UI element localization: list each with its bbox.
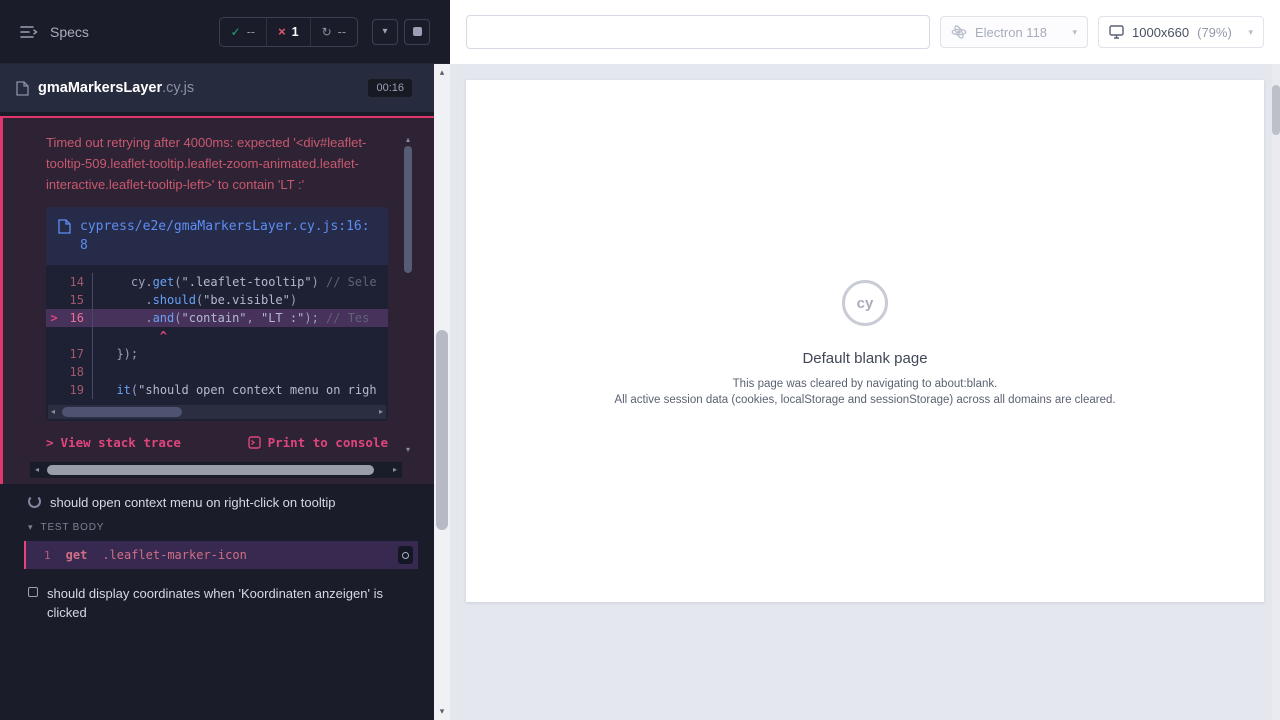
runner-panel: Electron 118 ▾ 1000x660 (79%) ▾ cy Defau… [450,0,1280,720]
monitor-icon [1109,25,1124,39]
x-icon: × [278,24,286,39]
console-icon [248,436,261,449]
view-stack-trace-link[interactable]: > View stack trace [46,435,181,450]
reporter-header: Specs ✓ -- × 1 ↻ -- ▾ [0,0,450,64]
test-body-label: TEST BODY [41,522,105,533]
error-vscrollbar[interactable]: ▴ ▾ [402,136,414,454]
chevron-down-icon: ▾ [382,26,387,37]
code-frame-file-link[interactable]: cypress/e2e/gmaMarkersLayer.cy.js:16:8 [80,217,376,255]
test-stats: ✓ -- × 1 ↻ -- [219,17,358,47]
spec-duration-badge: 00:16 [368,79,412,97]
reporter-scrollbar[interactable]: ▴ ▾ [434,64,450,720]
stat-pending: ↻ -- [310,18,357,46]
blank-page-line2: All active session data (cookies, localS… [614,394,1115,406]
reporter-panel: Specs ✓ -- × 1 ↻ -- ▾ [0,0,450,720]
print-to-console-link[interactable]: Print to console [248,435,388,450]
spec-file-icon [16,81,29,96]
blank-page-line1: This page was cleared by navigating to a… [733,378,998,390]
code-line: 14 cy.get(".leaflet-tooltip") // Sele [46,273,388,291]
chevron-down-icon: ▾ [1248,27,1253,38]
test-row-pending[interactable]: should display coordinates when 'Koordin… [0,575,434,629]
scroll-track[interactable] [42,465,390,475]
scroll-right-icon[interactable]: ▸ [376,408,386,416]
command-target: .leaflet-marker-icon [102,548,247,562]
scroll-thumb[interactable] [62,407,182,417]
pending-count: -- [338,25,346,39]
error-actions: > View stack trace Print to console [46,435,388,450]
error-hscrollbar[interactable]: ◂ ▸ [30,462,402,478]
chevron-down-icon: ▾ [28,522,33,533]
scroll-left-icon[interactable]: ◂ [32,466,42,474]
code-line: 17 }); [46,345,388,363]
error-message: Timed out retrying after 4000ms: expecte… [46,132,388,195]
scroll-thumb[interactable] [1272,85,1280,135]
code-frame: cypress/e2e/gmaMarkersLayer.cy.js:16:8 1… [46,207,388,421]
url-input[interactable] [466,15,930,49]
viewport-select[interactable]: 1000x660 (79%) ▾ [1098,16,1264,48]
reporter-content: gmaMarkersLayer.cy.js 00:16 Timed out re… [0,64,434,720]
stop-icon [413,27,422,36]
scroll-track[interactable] [58,407,376,417]
test-row-running[interactable]: should open context menu on right-click … [0,484,434,519]
spinner-icon [28,495,41,508]
refresh-icon: ↻ [322,25,332,39]
collapse-button[interactable]: ▾ [372,19,398,45]
runner-header: Electron 118 ▾ 1000x660 (79%) ▾ [450,0,1280,64]
spec-row[interactable]: gmaMarkersLayer.cy.js 00:16 [0,64,434,112]
scroll-right-icon[interactable]: ▸ [390,466,400,474]
code-frame-hscrollbar[interactable]: ◂ ▸ [48,405,386,419]
command-number: 1 [26,549,66,562]
test-pending-icon [28,587,38,597]
scroll-left-icon[interactable]: ◂ [48,408,58,416]
scroll-up-icon[interactable]: ▴ [440,64,445,81]
spec-name: gmaMarkersLayer [38,80,162,96]
spec-extension: .cy.js [162,80,194,96]
scroll-thumb[interactable] [47,465,374,475]
blank-page-heading: Default blank page [802,350,927,367]
code-line: 19 it("should open context menu on righ [46,381,388,399]
test-error-region: Timed out retrying after 4000ms: expecte… [0,116,434,484]
cypress-logo: cy [842,280,888,326]
command-row[interactable]: 1 get .leaflet-marker-icon [24,541,418,569]
sidebar-toggle-icon [20,25,38,39]
command-method: get [66,548,88,562]
aut-container: cy Default blank page This page was clea… [450,64,1280,618]
stat-passed: ✓ -- [220,18,266,46]
viewport-dimensions: 1000x660 [1132,25,1189,40]
electron-browser-icon [951,24,967,40]
scroll-track[interactable] [403,144,413,446]
spinner-icon [402,552,409,559]
page-scrollbar[interactable] [1272,64,1280,720]
specs-title: Specs [50,24,89,40]
header-buttons: ▾ [372,19,430,45]
aut-iframe: cy Default blank page This page was clea… [466,80,1264,602]
scroll-down-icon[interactable]: ▾ [440,703,445,720]
browser-select[interactable]: Electron 118 ▾ [940,16,1088,48]
code-lines: 14 cy.get(".leaflet-tooltip") // Sele15 … [46,265,388,401]
viewport-zoom: (79%) [1197,25,1232,40]
code-line: ^ [46,327,388,345]
passed-count: -- [247,25,255,39]
test-body-toggle[interactable]: ▾ TEST BODY [0,519,434,538]
scroll-thumb[interactable] [404,146,412,273]
chevron-right-icon: > [46,435,54,450]
browser-label: Electron 118 [975,25,1047,40]
scroll-thumb[interactable] [436,330,448,530]
command-progress-indicator [398,546,413,564]
code-line: >16 .and("contain", "LT :"); // Tes [46,309,388,327]
stat-failed: × 1 [266,18,310,46]
code-line: 18 [46,363,388,381]
code-line: 15 .should("be.visible") [46,291,388,309]
code-file-icon [58,219,71,234]
check-icon: ✓ [231,25,241,39]
test-title: should open context menu on right-click … [50,493,335,512]
code-frame-header: cypress/e2e/gmaMarkersLayer.cy.js:16:8 [46,207,388,265]
chevron-down-icon: ▾ [1072,27,1077,38]
stop-button[interactable] [404,19,430,45]
test-title: should display coordinates when 'Koordin… [47,584,395,622]
scroll-up-icon[interactable]: ▴ [403,136,413,144]
scroll-down-icon[interactable]: ▾ [403,446,413,454]
specs-menu-icon[interactable] [16,21,42,43]
failed-count: 1 [292,25,299,39]
